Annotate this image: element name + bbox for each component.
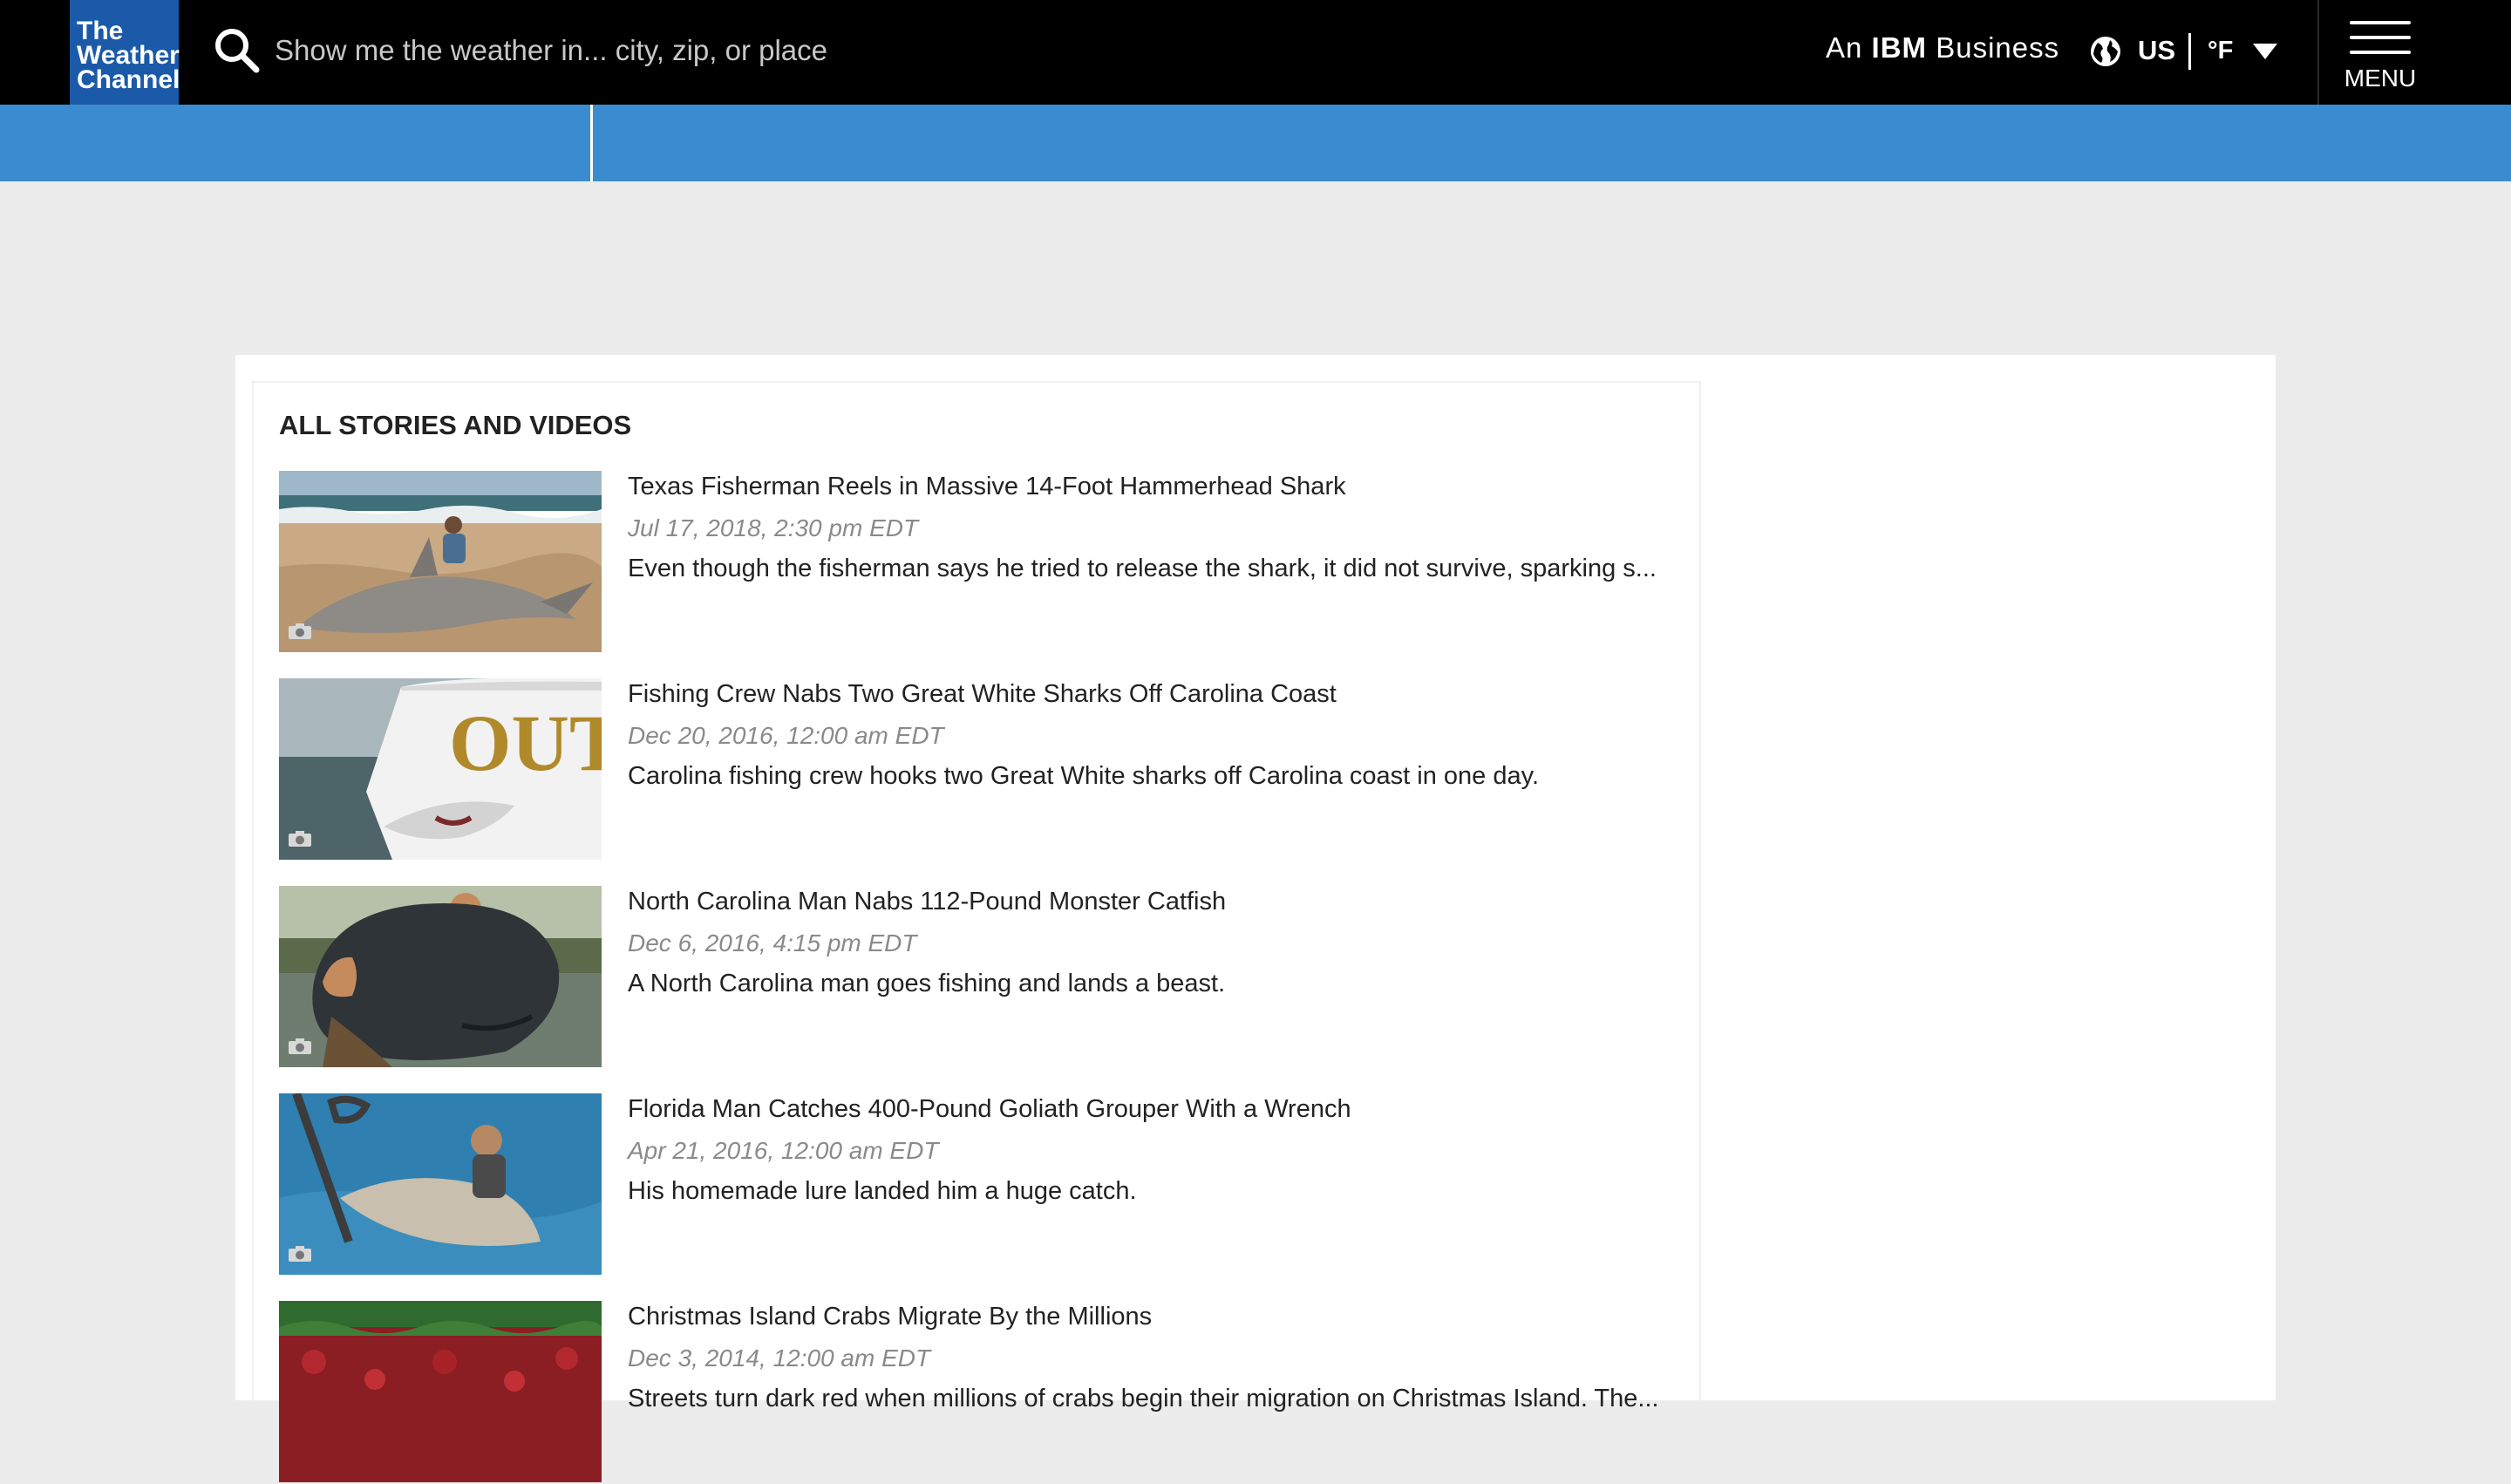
top-header: The Weather Channel An IBM Business US °… xyxy=(0,0,2511,105)
camera-icon xyxy=(289,623,311,639)
camera-icon xyxy=(289,1246,311,1262)
story-thumbnail[interactable] xyxy=(279,1301,602,1482)
story-description: Streets turn dark red when millions of c… xyxy=(628,1385,1659,1413)
logo-line-1: The xyxy=(77,17,124,45)
chevron-down-icon[interactable] xyxy=(2253,44,2277,59)
search-input[interactable] xyxy=(275,26,1059,75)
camera-icon xyxy=(289,831,311,847)
story-title[interactable]: North Carolina Man Nabs 112-Pound Monste… xyxy=(628,888,1226,916)
ibm-prefix: An xyxy=(1826,31,1863,64)
menu-label: MENU xyxy=(2344,65,2417,92)
locale-divider xyxy=(2188,33,2191,70)
logo-line-2: Weather xyxy=(77,41,180,70)
globe-icon[interactable] xyxy=(2089,35,2122,68)
story-description: His homemade lure landed him a huge catc… xyxy=(628,1177,1137,1205)
locale-selector[interactable]: US xyxy=(2138,35,2175,66)
logo-line-3: Channel xyxy=(77,65,180,94)
unit-selector[interactable]: °F xyxy=(2208,37,2233,65)
story-title[interactable]: Christmas Island Crabs Migrate By the Mi… xyxy=(628,1303,1152,1331)
story-date: Dec 20, 2016, 12:00 am EDT xyxy=(628,722,944,749)
svg-text:OUT: OUT xyxy=(449,698,602,787)
ibm-suffix: Business xyxy=(1936,31,2060,64)
search-icon[interactable] xyxy=(213,26,262,75)
weather-channel-logo[interactable]: The Weather Channel xyxy=(70,0,180,105)
story-description: A North Carolina man goes fishing and la… xyxy=(628,970,1226,997)
story-thumbnail[interactable] xyxy=(279,1093,602,1275)
story-date: Apr 21, 2016, 12:00 am EDT xyxy=(628,1137,939,1164)
story-description: Even though the fisherman says he tried … xyxy=(628,555,1657,582)
nav-bar xyxy=(0,105,2511,181)
story-item[interactable]: Christmas Island Crabs Migrate By the Mi… xyxy=(279,1301,1691,1484)
story-thumbnail[interactable] xyxy=(279,886,602,1067)
ibm-business-label: An IBM Business xyxy=(1826,31,2059,65)
story-item[interactable]: OUT Fishing Crew Nabs Two Great White Sh… xyxy=(279,678,1691,861)
story-date: Dec 6, 2016, 4:15 pm EDT xyxy=(628,929,917,956)
menu-button[interactable]: MENU xyxy=(2319,0,2441,105)
story-date: Dec 3, 2014, 12:00 am EDT xyxy=(628,1344,931,1372)
story-thumbnail[interactable] xyxy=(279,471,602,652)
story-item[interactable]: Texas Fisherman Reels in Massive 14-Foot… xyxy=(279,471,1691,654)
story-title[interactable]: Fishing Crew Nabs Two Great White Sharks… xyxy=(628,680,1337,709)
story-item[interactable]: North Carolina Man Nabs 112-Pound Monste… xyxy=(279,886,1691,1069)
story-item[interactable]: Florida Man Catches 400-Pound Goliath Gr… xyxy=(279,1093,1691,1276)
story-date: Jul 17, 2018, 2:30 pm EDT xyxy=(628,514,919,541)
nav-bar-divider xyxy=(590,105,593,181)
story-title[interactable]: Texas Fisherman Reels in Massive 14-Foot… xyxy=(628,473,1346,501)
story-thumbnail[interactable]: OUT xyxy=(279,678,602,860)
hamburger-icon xyxy=(2350,21,2411,54)
section-title: ALL STORIES AND VIDEOS xyxy=(279,410,632,440)
story-description: Carolina fishing crew hooks two Great Wh… xyxy=(628,762,1540,790)
camera-icon xyxy=(289,1038,311,1054)
story-title[interactable]: Florida Man Catches 400-Pound Goliath Gr… xyxy=(628,1095,1351,1124)
ibm-brand: IBM xyxy=(1871,31,1928,64)
